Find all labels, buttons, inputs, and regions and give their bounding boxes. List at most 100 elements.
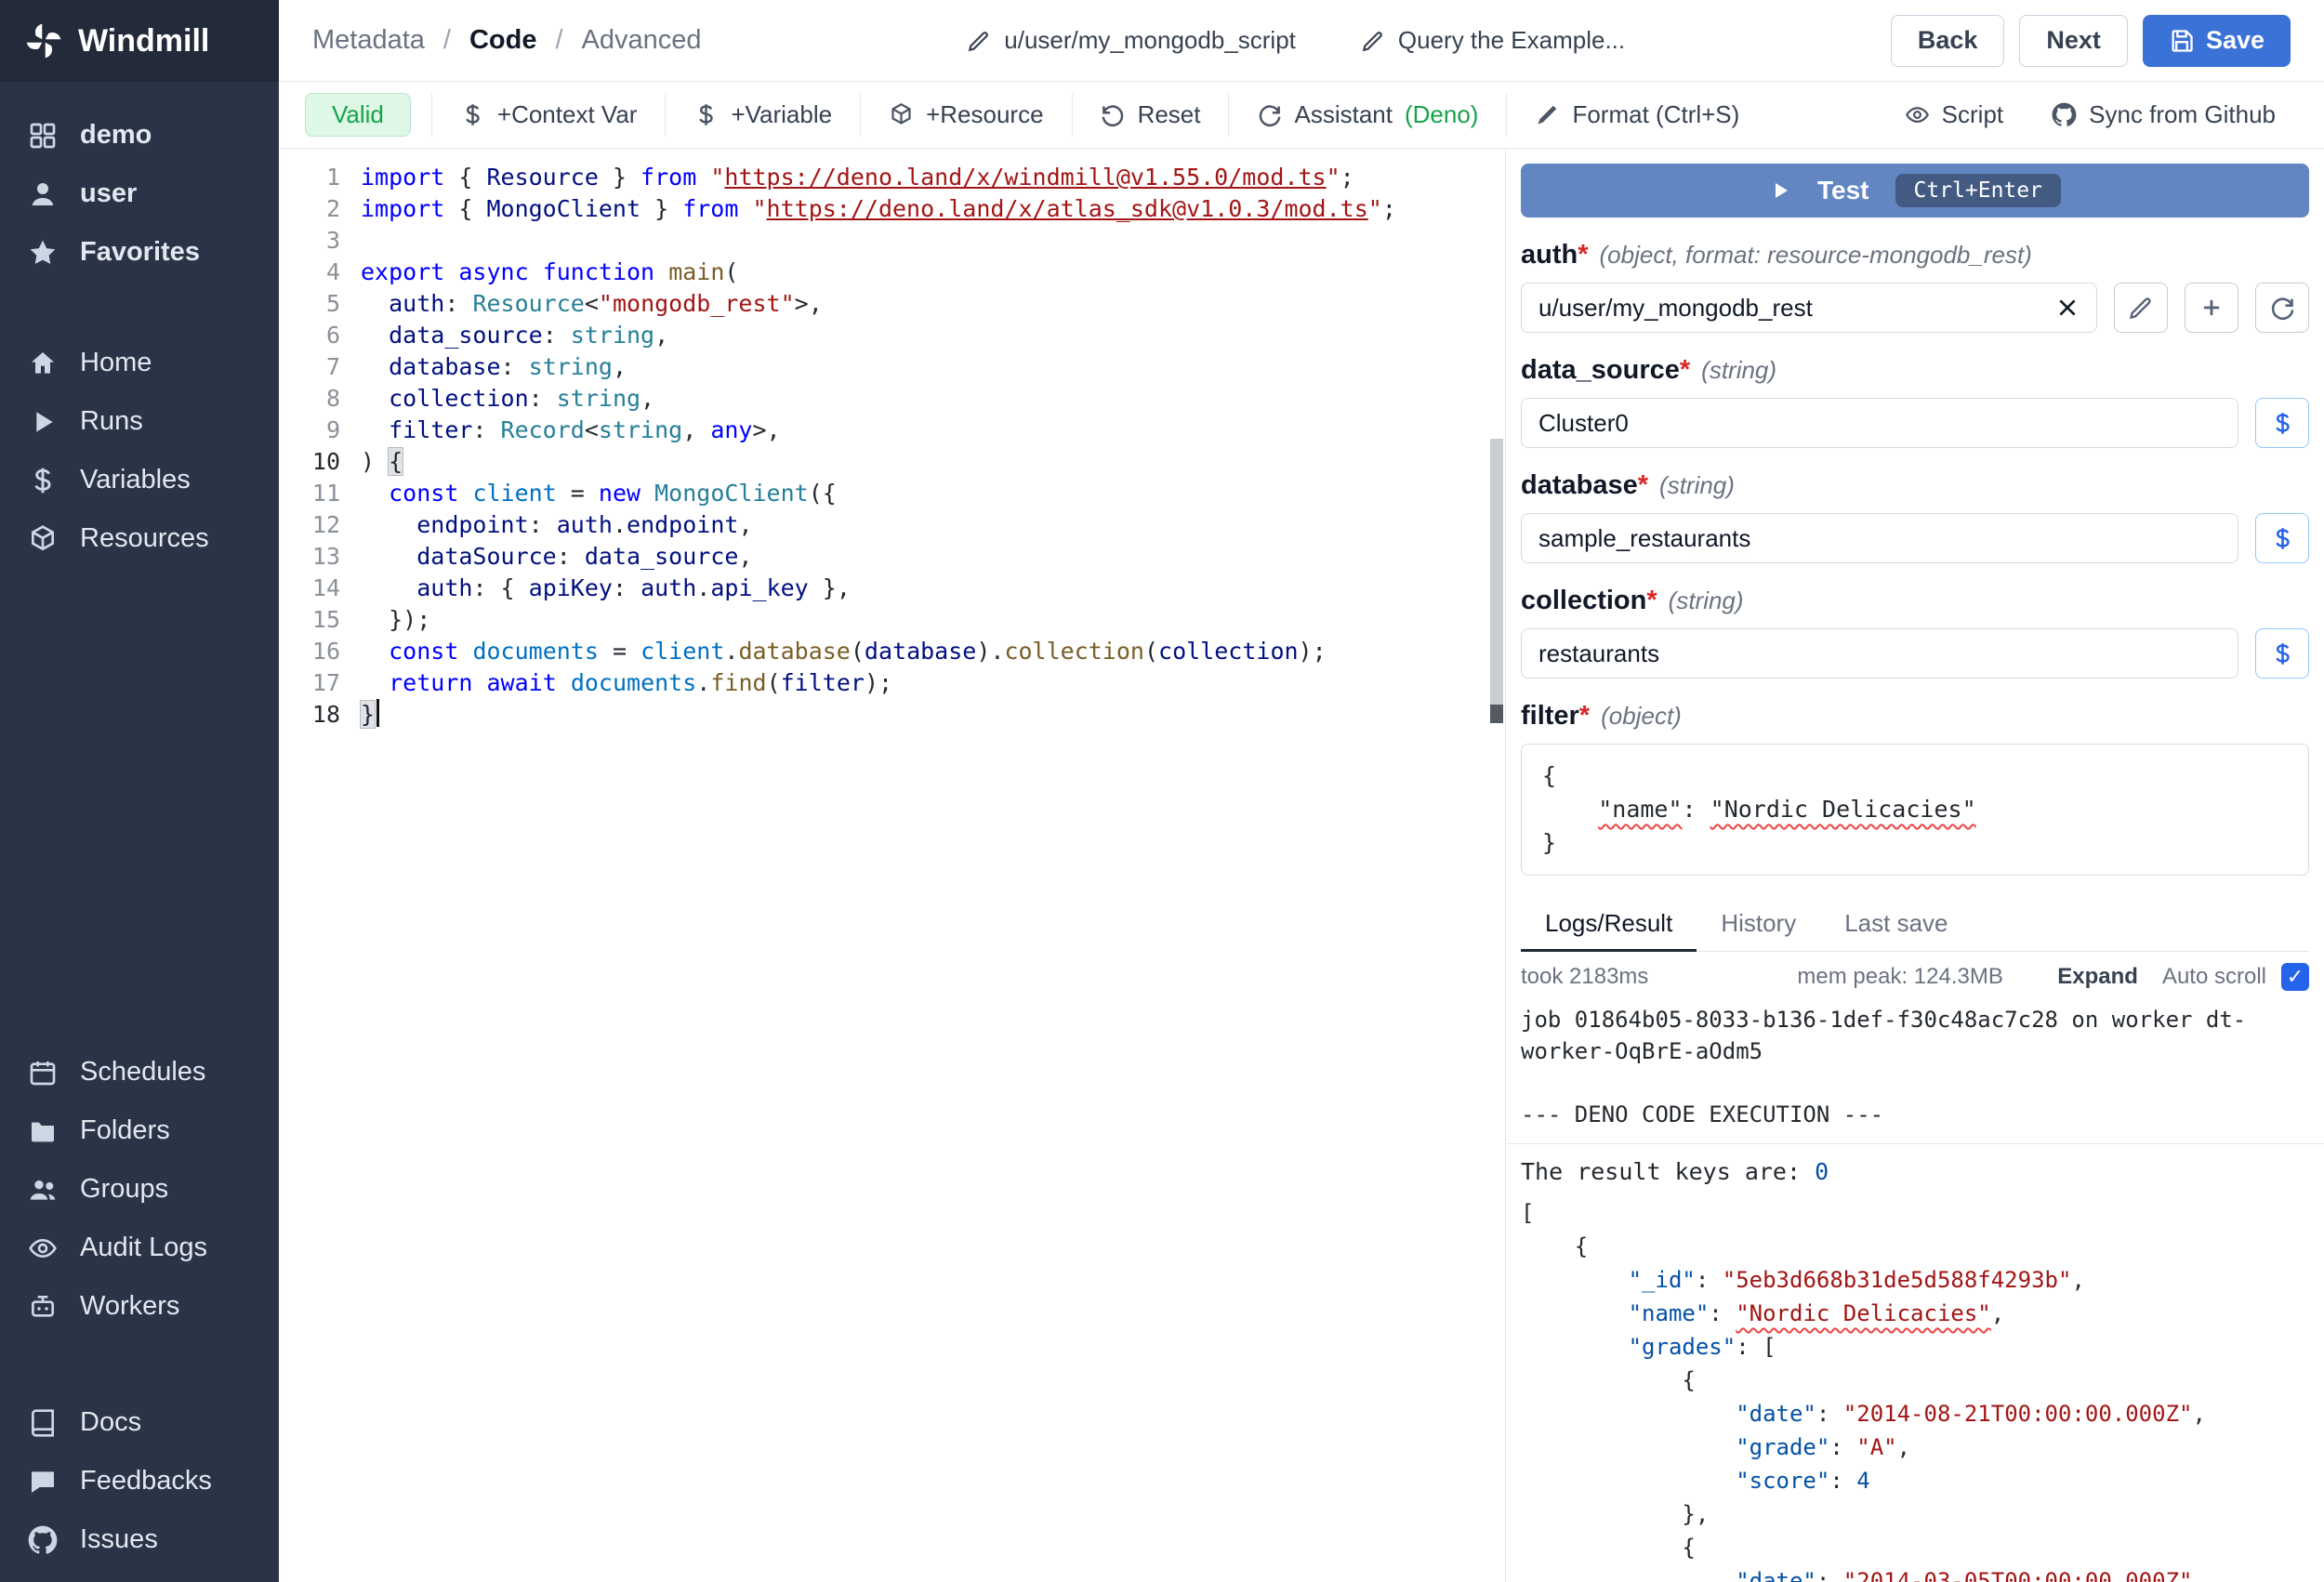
log-line: job 01864b05-8033-b136-1def-f30c48ac7c28…	[1521, 1004, 2309, 1067]
next-button[interactable]: Next	[2019, 15, 2128, 67]
sidebar-item-favorites[interactable]: Favorites	[0, 223, 279, 282]
code-line-17: 17 return await documents.find(filter);	[279, 667, 1505, 699]
result-json-line: "grades": [	[1521, 1330, 2309, 1364]
script-summary[interactable]: Query the Example...	[1361, 26, 1625, 55]
save-label: Save	[2206, 26, 2265, 55]
sidebar-group-0: demouser Favorites	[0, 106, 279, 282]
field-database-label: database* (string)	[1521, 470, 2309, 501]
sidebar-item-groups[interactable]: Groups	[0, 1160, 279, 1219]
sidebar-item-user[interactable]: user	[0, 165, 279, 223]
code-editor[interactable]: 1import { Resource } from "https://deno.…	[279, 149, 1506, 1582]
edit-resource-button[interactable]	[2114, 283, 2168, 333]
tab-last-save[interactable]: Last save	[1820, 898, 1972, 952]
data-source-variable-button[interactable]	[2255, 398, 2309, 448]
auth-input[interactable]: u/user/my_mongodb_rest	[1521, 283, 2097, 333]
collection-input[interactable]: restaurants	[1521, 628, 2238, 679]
field-auth-label: auth* (object, format: resource-mongodb_…	[1521, 240, 2309, 270]
eye-icon	[28, 1233, 58, 1263]
tab-code[interactable]: Code	[469, 25, 537, 56]
database-variable-button[interactable]	[2255, 513, 2309, 563]
toolbar-variable[interactable]: +Variable	[665, 94, 860, 137]
sidebar-item-variables[interactable]: Variables	[0, 451, 279, 509]
script-path[interactable]: u/user/my_mongodb_script	[967, 26, 1296, 55]
result-json-line: "date": "2014-08-21T00:00:00.000Z",	[1521, 1397, 2309, 1430]
sidebar: Windmill demouser Favorites HomeRunsVariab…	[0, 0, 279, 1582]
overview-cursor-marker	[1490, 705, 1503, 723]
play-icon	[28, 407, 58, 437]
database-input[interactable]: sample_restaurants	[1521, 513, 2238, 563]
windmill-logo-icon	[24, 21, 63, 60]
auto-scroll-label: Auto scroll	[2162, 964, 2266, 990]
sidebar-item-label: Audit Logs	[80, 1233, 207, 1263]
toolbar-resource[interactable]: +Resource	[860, 94, 1071, 137]
code-line-11: 11 const client = new MongoClient({	[279, 478, 1505, 509]
app-logo[interactable]: Windmill	[0, 0, 279, 82]
sidebar-item-folders[interactable]: Folders	[0, 1101, 279, 1160]
sidebar-item-schedules[interactable]: Schedules	[0, 1043, 279, 1101]
toolbar-format-ctrl-s[interactable]: Format (Ctrl+S)	[1506, 94, 1767, 137]
sidebar-item-label: Folders	[80, 1115, 170, 1146]
toolbar-script[interactable]: Script	[1881, 94, 2027, 137]
expand-button[interactable]: Expand	[2057, 964, 2138, 990]
sidebar-item-demo[interactable]: demo	[0, 106, 279, 165]
toolbar-label: +Context Var	[497, 100, 638, 129]
code-line-3: 3	[279, 225, 1505, 257]
sidebar-item-issues[interactable]: Issues	[0, 1510, 279, 1569]
required-star: *	[1578, 240, 1588, 270]
result-divider	[1506, 1143, 2324, 1144]
clear-icon[interactable]	[2055, 296, 2080, 320]
auto-scroll-checkbox[interactable]: ✓	[2281, 963, 2309, 991]
save-button[interactable]: Save	[2143, 15, 2291, 67]
tab-advanced[interactable]: Advanced	[582, 25, 702, 56]
data-source-input[interactable]: Cluster0	[1521, 398, 2238, 448]
toolbar-assistant[interactable]: Assistant (Deno)	[1228, 94, 1506, 137]
toolbar-reset[interactable]: Reset	[1072, 94, 1229, 137]
field-meta: (string)	[1701, 356, 1776, 385]
line-number: 4	[279, 257, 340, 288]
sidebar-item-home[interactable]: Home	[0, 334, 279, 392]
collection-variable-button[interactable]	[2255, 628, 2309, 679]
collection-value: restaurants	[1538, 639, 1659, 668]
code-lines: 1import { Resource } from "https://deno.…	[279, 149, 1505, 731]
sidebar-item-audit-logs[interactable]: Audit Logs	[0, 1219, 279, 1277]
toolbar-sync-from-github[interactable]: Sync from Github	[2027, 94, 2300, 137]
sidebar-item-workers[interactable]: Workers	[0, 1277, 279, 1336]
toolbar-label-suffix: (Deno)	[1405, 100, 1478, 129]
refresh-resource-button[interactable]	[2255, 283, 2309, 333]
field-meta: (object, format: resource-mongodb_rest)	[1600, 241, 2032, 270]
sidebar-item-docs[interactable]: Docs	[0, 1393, 279, 1452]
script-path-text: u/user/my_mongodb_script	[1004, 26, 1296, 55]
log-line: --- DENO CODE EXECUTION ---	[1521, 1099, 2309, 1130]
sidebar-item-resources[interactable]: Resources	[0, 509, 279, 568]
pencil-icon	[1361, 29, 1385, 53]
sidebar-item-label: Favorites	[80, 237, 200, 268]
calendar-icon	[28, 1058, 58, 1088]
tab-history[interactable]: History	[1697, 898, 1820, 952]
toolbar-label: +Resource	[926, 100, 1043, 129]
sidebar-item-label: Workers	[80, 1291, 179, 1322]
toolbar-context-var[interactable]: +Context Var	[431, 94, 666, 137]
back-button[interactable]: Back	[1891, 15, 2005, 67]
sidebar-item-runs[interactable]: Runs	[0, 392, 279, 451]
add-resource-button[interactable]	[2185, 283, 2238, 333]
code-line-9: 9 filter: Record<string, any>,	[279, 415, 1505, 446]
tab-logs-result[interactable]: Logs/Result	[1521, 898, 1697, 952]
toolbar-label: Sync from Github	[2089, 100, 2276, 129]
test-button[interactable]: Test Ctrl+Enter	[1521, 164, 2309, 218]
field-data-source: data_source* (string) Cluster0	[1521, 355, 2309, 448]
tab-metadata[interactable]: Metadata	[312, 25, 425, 56]
code-line-1: 1import { Resource } from "https://deno.…	[279, 162, 1505, 193]
filter-json-editor[interactable]: { "name": "Nordic Delicacies"}	[1521, 744, 2309, 876]
code-line-13: 13 dataSource: data_source,	[279, 541, 1505, 573]
run-panel: Test Ctrl+Enter auth* (object, format: r…	[1506, 149, 2324, 1582]
result-summary-line: The result keys are: 0	[1521, 1155, 2309, 1189]
editor-scrollbar[interactable]	[1490, 439, 1503, 718]
required-star: *	[1646, 586, 1657, 616]
line-number: 7	[279, 351, 340, 383]
sidebar-item-feedbacks[interactable]: Feedbacks	[0, 1452, 279, 1510]
line-number: 17	[279, 667, 340, 699]
line-number: 15	[279, 604, 340, 636]
code-line-8: 8 collection: string,	[279, 383, 1505, 415]
plus-icon	[2199, 295, 2225, 321]
field-filter-label: filter* (object)	[1521, 701, 2309, 732]
